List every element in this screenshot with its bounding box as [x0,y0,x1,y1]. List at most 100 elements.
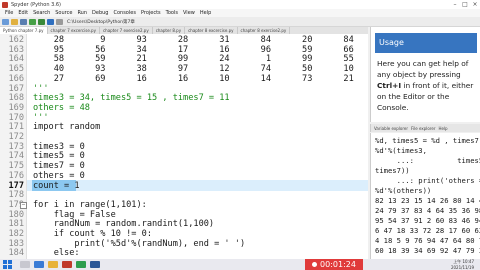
console-line: 95 54 37 91 2 60 83 46 94 [375,216,480,225]
console-line: 82 13 23 15 14 26 80 14 40 [375,196,480,205]
editor-tabs: Python chapter 7.py chapter 7 excercise.p… [0,27,368,34]
code-line[interactable]: times3 = 0 [33,142,85,152]
help-usage-text: Here you can get help of any object by p… [377,59,474,112]
taskbar [0,259,480,270]
line-number: 180 [8,209,24,220]
menu-item[interactable]: File [5,10,13,16]
line-number: 164 [8,54,24,65]
system-clock: 上午 10:47 2021/11/19 [450,259,474,270]
menu-item[interactable]: Source [55,10,72,16]
code-line[interactable]: count = 1 [33,181,80,191]
code-editor[interactable]: 162 163 164 165 166 167 168 169 170 171 172 173 174 1… [0,34,368,259]
line-number: 183 [8,238,24,249]
line-number: 170 [8,112,24,123]
help-pane: Usage Here you can get help of any objec… [370,27,480,122]
line-number: 177 [8,180,24,191]
editor-tab[interactable]: chapter 7 exercise2.py [100,27,153,34]
editor-tab[interactable]: chapter 8.py [153,27,186,34]
pane-tab[interactable]: Help [438,126,447,131]
ipython-console[interactable]: %d, times5 = %d , times7 = %d'%(times3, .… [370,133,480,259]
menu-item[interactable]: Run [77,10,87,16]
minimize-icon[interactable]: – [450,1,460,8]
console-line: times7)) [375,166,410,175]
word-icon[interactable] [90,261,100,268]
code-line[interactable]: print('%5d'%(randNum), end = ' ') [33,239,245,249]
menu-item[interactable]: Debug [92,10,108,16]
console-line: ...: print('others = [375,176,480,185]
run-icon[interactable] [29,18,36,25]
code-line[interactable]: randNum = random.randint(1,100) [33,219,214,229]
console-line: 60 18 39 34 69 92 47 79 37 [375,246,480,255]
open-file-icon[interactable] [11,18,18,25]
menu-item[interactable]: Help [200,10,211,16]
recording-timer[interactable]: 00:01:24 [305,259,363,270]
line-number: 172 [8,132,24,142]
code-line[interactable]: times5 = 0 [33,151,85,161]
line-number: 174 [8,151,24,162]
menu-item[interactable]: Edit [18,10,28,16]
spyder-app-icon [2,1,8,8]
line-number: 178 [8,190,24,201]
window-title: Spyder (Python 3.6) [11,1,61,8]
line-number: 163 [8,44,24,55]
code-line[interactable]: import random [33,122,100,132]
line-number: 166 [8,73,24,84]
code-line[interactable]: flag = False [33,210,116,220]
spyder-taskbar-icon[interactable] [62,261,72,268]
edge-browser-icon[interactable] [34,261,44,268]
code-line[interactable]: 40 93 38 97 12 74 50 10 67 56 [33,64,368,74]
windows-start-icon[interactable] [3,260,12,269]
line-number: 168 [8,93,24,104]
code-line[interactable]: others = 48 [33,103,90,113]
search-icon[interactable] [20,261,30,268]
console-line: ...: times5, [375,156,480,165]
pane-tabs: Variable explorer File explorer Help [370,124,480,132]
working-directory[interactable]: C:\Users\Desktop\Python第7章 [67,19,135,25]
editor-tab[interactable]: chapter 8 exercise2.py [238,27,291,34]
editor-tab[interactable]: Python chapter 7.py [0,27,48,34]
fold-toggle-icon[interactable]: − [20,201,27,209]
pane-tab[interactable]: File explorer [411,126,435,131]
menu-item[interactable]: Consoles [113,10,135,16]
line-number: 165 [8,64,24,75]
pane-tab[interactable]: Variable explorer [374,126,408,131]
console-line: %d'%(times3, [375,146,427,155]
file-explorer-icon[interactable] [48,261,58,268]
save-icon[interactable] [20,18,27,25]
close-icon[interactable]: × [470,1,480,8]
maximize-icon[interactable]: □ [460,1,470,8]
editor-tab[interactable]: chapter 7 excercise.py [48,27,100,34]
code-line[interactable]: 95 56 34 17 16 96 59 66 72 27 [33,45,368,55]
line-number: 175 [8,161,24,172]
title-bar: Spyder (Python 3.6) – □ × [0,0,480,9]
console-line: 4 18 5 9 76 94 47 64 80 79 [375,236,480,245]
line-number: 162 [8,35,24,45]
code-line[interactable]: 27 69 16 16 10 14 73 21 53 68 [33,74,368,84]
editor-tab[interactable]: chapter 8 excercise.py [185,27,238,34]
code-line[interactable]: else: [33,248,80,258]
menu-item[interactable]: Search [33,10,50,16]
menu-item[interactable]: Tools [166,10,178,16]
code-line[interactable]: 58 59 21 99 24 1 99 55 40 97 [33,54,368,64]
line-number: 182 [8,229,24,239]
line-number: 176 [8,170,24,181]
code-line[interactable]: times3 = 34, times5 = 15 , times7 = 11 [33,93,230,103]
code-line[interactable]: ''' [33,84,49,94]
debug-icon[interactable] [47,18,54,25]
run-cell-icon[interactable] [38,18,45,25]
line-number: 181 [8,219,24,230]
code-line[interactable]: if count % 10 != 0: [33,229,152,239]
line-number: 171 [8,122,24,133]
line-number-gutter: 162 163 164 165 166 167 168 169 170 171 172 173 174 1… [0,34,27,259]
line-number: 173 [8,141,24,152]
menu-item[interactable]: View [183,10,195,16]
new-file-icon[interactable] [2,18,9,25]
code-line[interactable]: 28 9 93 28 31 84 20 84 54 99 [33,35,368,45]
excel-icon[interactable] [76,261,86,268]
code-line[interactable]: times7 = 0 [33,161,85,171]
code-line[interactable]: ''' [33,113,49,123]
menu-item[interactable]: Projects [141,10,161,16]
code-line[interactable]: for i in range(1,101): [33,200,147,210]
console-line: 6 47 18 33 72 28 17 60 62 79 [375,226,480,235]
stop-icon[interactable] [56,18,63,25]
